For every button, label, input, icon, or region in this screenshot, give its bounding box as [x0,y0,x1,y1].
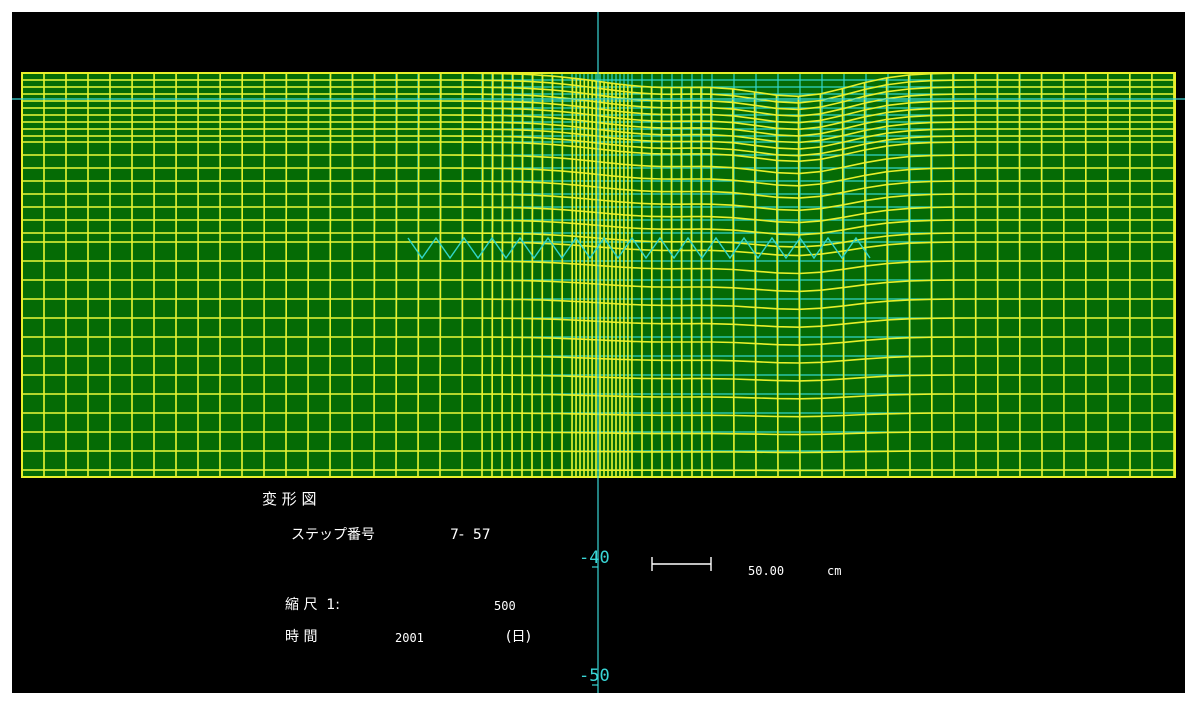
deformed-column [395,73,398,477]
deformed-column [541,75,544,477]
deformed-column [660,87,663,477]
deformed-column [521,74,524,477]
deformed-column [952,73,955,477]
deformed-column [501,73,504,477]
scale-label: 縮 尺 1: [285,597,340,613]
deformed-column [700,87,703,477]
deformed-column [1040,73,1043,477]
axis-tick-label-lower: -50 [579,666,610,686]
step-label: ステップ番号 [291,527,375,543]
deformed-column [481,73,484,477]
deformed-column [974,73,977,477]
deformed-column [351,73,354,477]
deformed-column [650,87,653,477]
deformed-column [531,74,534,477]
deformed-column [491,73,494,477]
deformed-column [461,73,464,477]
scale-bar-unit: cm [827,564,842,578]
scale-value: 500 [494,599,516,613]
deformed-column [561,77,564,477]
deformed-column [1018,73,1021,477]
deformed-column [710,87,713,477]
scale-bar [651,557,712,571]
deformation-plot [12,12,1185,693]
plot-title: 変 形 図 [262,490,317,508]
time-value: 2001 [395,631,424,645]
time-label: 時 間 [285,629,318,645]
time-unit: (日) [506,629,531,645]
step-value: 7- 57 [450,527,491,543]
deformed-column [329,72,332,477]
deformed-column [307,73,310,477]
deformed-column [996,73,999,477]
deformed-column [511,73,514,477]
deformed-column [690,87,693,477]
axis-tick-label-upper: -40 [579,548,610,568]
deformation-viewport[interactable]: 変 形 図 ステップ番号 7- 57 縮 尺 1: 500 時 間 2001 (… [12,12,1185,693]
deformed-column [670,87,673,477]
deformed-column [417,72,420,477]
deformed-column [373,73,376,477]
scale-bar-value: 50.00 [748,564,785,578]
deformed-column [680,87,683,477]
deformed-column [551,76,554,477]
deformed-column [439,73,442,477]
